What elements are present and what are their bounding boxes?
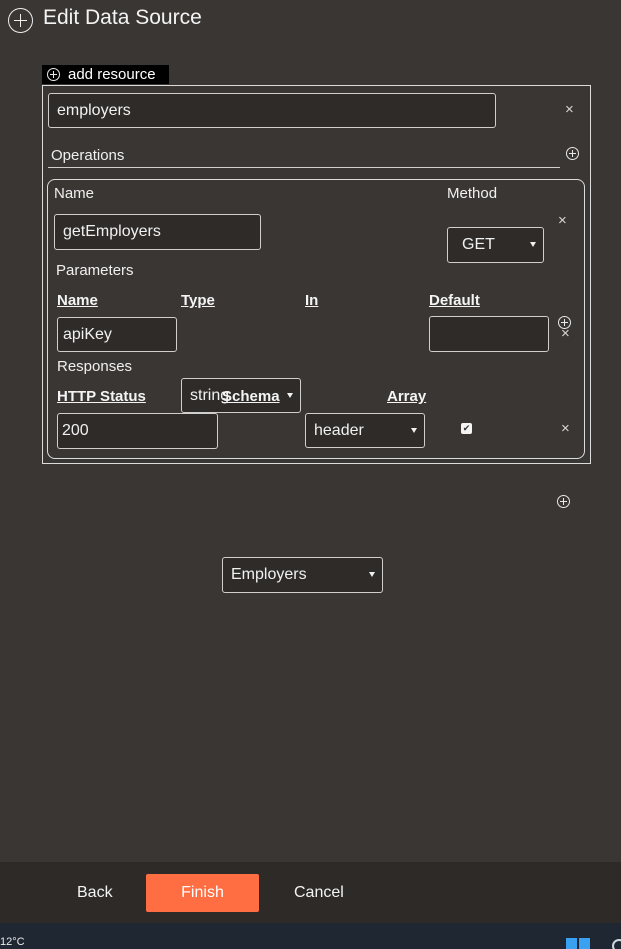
- caret-down-icon: [369, 572, 375, 577]
- response-col-http-status[interactable]: HTTP Status: [57, 388, 146, 405]
- remove-response-close-icon[interactable]: ×: [561, 421, 570, 436]
- weather-temperature[interactable]: 12°C: [0, 936, 25, 948]
- param-in-select[interactable]: header: [305, 413, 425, 448]
- operation-name-input[interactable]: getEmployers: [54, 214, 261, 250]
- back-button[interactable]: Back: [77, 884, 113, 902]
- page-title: Edit Data Source: [43, 6, 202, 29]
- add-response-plus-icon[interactable]: [557, 495, 570, 508]
- caret-down-icon: [530, 242, 536, 247]
- parameters-label: Parameters: [56, 262, 134, 279]
- response-col-schema[interactable]: Schema: [222, 388, 280, 405]
- add-operation-plus-icon[interactable]: [566, 147, 579, 160]
- param-default-input[interactable]: [429, 316, 549, 352]
- cancel-button[interactable]: Cancel: [294, 884, 344, 902]
- caret-down-icon: [287, 392, 293, 398]
- param-in-value: header: [314, 421, 364, 439]
- response-schema-select[interactable]: Employers: [222, 557, 383, 593]
- add-circle-icon[interactable]: [8, 8, 33, 33]
- operations-divider: [48, 167, 560, 168]
- windows-start-icon[interactable]: [566, 938, 590, 949]
- response-status-input[interactable]: 200: [57, 413, 218, 449]
- response-array-checkbox[interactable]: ✔: [461, 423, 472, 434]
- response-col-array[interactable]: Array: [387, 388, 426, 405]
- search-icon[interactable]: [612, 939, 621, 949]
- taskbar: [0, 923, 621, 949]
- remove-resource-close-icon[interactable]: ×: [565, 102, 574, 117]
- finish-button[interactable]: Finish: [146, 874, 259, 912]
- caret-down-icon: [411, 427, 417, 433]
- param-col-name[interactable]: Name: [57, 292, 98, 309]
- operation-method-label: Method: [447, 185, 498, 202]
- operation-name-label: Name: [54, 185, 95, 202]
- remove-parameter-close-icon[interactable]: ×: [561, 326, 570, 341]
- add-resource-button[interactable]: add resource: [42, 65, 169, 84]
- operations-label: Operations: [51, 147, 125, 164]
- response-schema-value: Employers: [231, 566, 307, 583]
- method-select[interactable]: GET: [447, 227, 544, 263]
- param-col-in[interactable]: In: [305, 292, 318, 309]
- remove-operation-close-icon[interactable]: ×: [558, 213, 567, 228]
- plus-circle-icon: [47, 68, 60, 81]
- responses-label: Responses: [57, 358, 133, 375]
- param-col-default[interactable]: Default: [429, 292, 480, 309]
- add-resource-label: add resource: [68, 66, 156, 83]
- param-col-type[interactable]: Type: [181, 292, 215, 309]
- method-select-value: GET: [462, 236, 495, 253]
- param-name-input[interactable]: apiKey: [57, 317, 177, 352]
- resource-name-input[interactable]: employers: [48, 93, 496, 128]
